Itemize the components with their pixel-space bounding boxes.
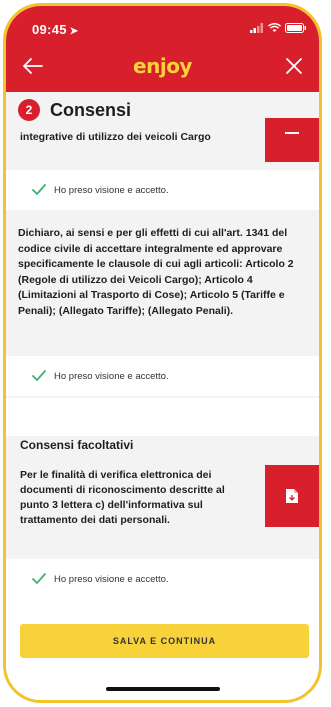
document-card-text: integrative di utilizzo dei veicoli Carg… [20,131,211,143]
document-card-cargo-terms: integrative di utilizzo dei veicoli Carg… [6,118,319,166]
checkmark-icon[interactable] [32,183,46,197]
consent-label: Ho preso visione e accetto. [54,184,169,196]
status-icons [250,23,307,33]
checkmark-icon[interactable] [32,572,46,586]
checkmark-icon[interactable] [32,369,46,383]
wifi-icon [268,23,281,32]
optional-spacer [6,398,319,436]
page-title: Consensi [50,99,132,120]
app-logo: enjoy [133,54,192,78]
footer-area: SALVA E CONTINUA [6,599,319,700]
consent-checkbox-row[interactable]: Ho preso visione e accetto. [6,559,319,599]
battery-icon [285,23,306,33]
consents-list: integrative di utilizzo dei veicoli Carg… [6,118,319,700]
home-indicator[interactable] [105,687,220,691]
location-arrow-icon: ➤ [69,26,79,37]
download-document-button[interactable] [265,118,319,162]
download-document-button[interactable] [265,465,319,527]
status-bar: 09:45 ➤ [6,6,319,44]
close-icon[interactable] [283,55,305,77]
top-nav: enjoy [6,44,319,92]
declaration-text: Dichiaro, ai sensi e per gli effetti di … [18,227,294,317]
signal-icon [250,23,263,33]
document-card-identity-verification: Per le finalità di verifica elettronica … [6,459,319,533]
save-continue-button[interactable]: SALVA E CONTINUA [20,624,309,658]
consent-label: Ho preso visione e accetto. [54,370,169,382]
optional-consents-heading: Consensi facoltativi [20,438,134,452]
status-time-label: 09:45 [32,22,67,37]
download-icon [285,132,299,134]
consent-checkbox-row[interactable]: Ho preso visione e accetto. [6,356,319,396]
declaration-block: Dichiaro, ai sensi e per gli effetti di … [6,212,319,338]
step-number: 2 [18,99,40,121]
consent-checkbox-row[interactable]: Ho preso visione e accetto. [6,170,319,210]
pdf-document-icon [286,489,298,503]
consent-label: Ho preso visione e accetto. [54,573,169,585]
status-time: 09:45 ➤ [32,22,78,37]
document-card-text: Per le finalità di verifica elettronica … [20,469,225,526]
phone-screen: 09:45 ➤ enjoy 2 Consensi integrative di u… [3,3,322,703]
